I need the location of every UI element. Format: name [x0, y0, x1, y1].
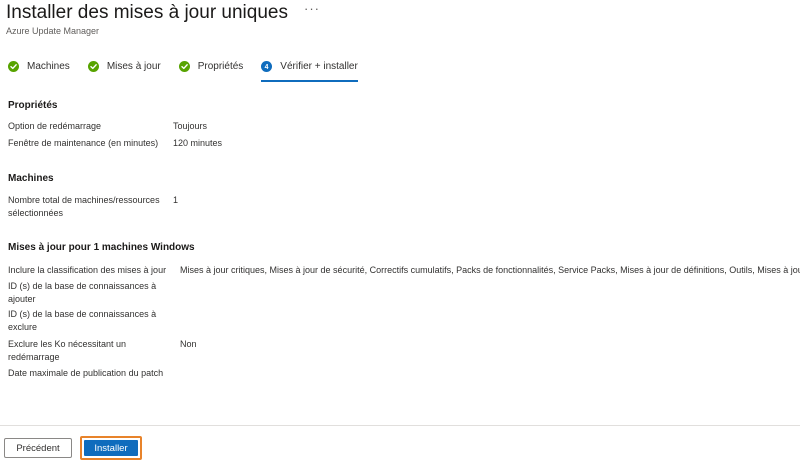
tab-updates[interactable]: Mises à jour: [87, 56, 161, 76]
step-4-icon: 4: [261, 60, 273, 72]
tab-label: Machines: [27, 60, 70, 72]
detail-label: Date maximale de publication du patch: [8, 368, 164, 378]
check-circle-icon: [178, 60, 190, 72]
svg-text:4: 4: [265, 63, 269, 70]
detail-label: ID (s) de la base de connaissances à ajo…: [8, 281, 157, 304]
previous-button[interactable]: Précédent: [4, 438, 72, 458]
detail-row: Fenêtre de maintenance (en minutes) 120 …: [8, 137, 222, 150]
detail-label: ID (s) de la base de connaissances à exc…: [8, 309, 157, 332]
detail-row: Exclure les Ko nécessitant un redémarrag…: [8, 338, 197, 364]
detail-value: Mises à jour critiques, Mises à jour de …: [180, 265, 800, 275]
tab-review-install[interactable]: 4 Vérifier + installer: [261, 56, 358, 82]
section-title-properties: Propriétés: [8, 100, 58, 111]
tab-label: Mises à jour: [106, 60, 161, 72]
detail-row: ID (s) de la base de connaissances à ajo…: [8, 280, 158, 306]
tab-label: Propriétés: [197, 60, 244, 72]
detail-label: Inclure la classification des mises à jo…: [8, 265, 167, 275]
page-title: Installer des mises à jour uniques: [6, 2, 288, 23]
page-header: Installer des mises à jour uniques ··· A…: [6, 0, 320, 36]
detail-value: 1: [173, 195, 179, 205]
install-button[interactable]: Installer: [84, 440, 138, 456]
detail-row: Inclure la classification des mises à jo…: [8, 264, 800, 277]
section-title-updates: Mises à jour pour 1 machines Windows: [8, 242, 195, 253]
detail-row: Option de redémarrage Toujours: [8, 120, 207, 133]
section-title-machines: Machines: [8, 173, 54, 184]
detail-row: Nombre total de machines/ressources séle…: [8, 194, 178, 220]
page-subtitle: Azure Update Manager: [6, 26, 100, 36]
detail-label: Nombre total de machines/ressources séle…: [8, 195, 160, 218]
detail-value: Toujours: [173, 121, 208, 131]
check-circle-icon: [87, 60, 99, 72]
wizard-tabs: Machines Mises à jour Propriétés 4 Vérif…: [8, 56, 376, 82]
detail-label: Option de redémarrage: [8, 121, 102, 131]
detail-row: ID (s) de la base de connaissances à exc…: [8, 308, 158, 334]
detail-label: Exclure les Ko nécessitant un redémarrag…: [8, 339, 127, 362]
tab-properties[interactable]: Propriétés: [178, 56, 244, 76]
detail-value: Non: [180, 339, 197, 349]
tab-machines[interactable]: Machines: [8, 56, 70, 76]
more-options-icon[interactable]: ···: [304, 0, 320, 21]
tab-label: Vérifier + installer: [280, 60, 358, 72]
detail-row: Date maximale de publication du patch: [8, 367, 180, 380]
footer-divider: [0, 425, 800, 426]
detail-value: 120 minutes: [173, 138, 223, 148]
detail-label: Fenêtre de maintenance (en minutes): [8, 138, 159, 148]
check-circle-icon: [8, 60, 19, 72]
page-title-row: Installer des mises à jour uniques ···: [6, 1, 320, 25]
